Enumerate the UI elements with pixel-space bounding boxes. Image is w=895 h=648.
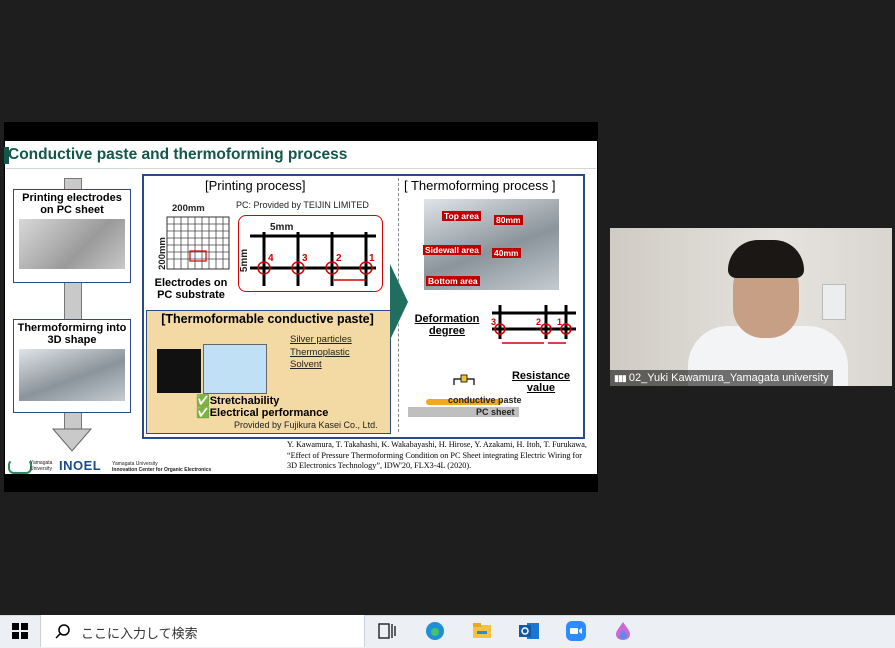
zoom-point-3: 3 xyxy=(302,253,308,264)
zoom-point-2: 2 xyxy=(336,253,342,264)
check-electrical-text: Electrical performance xyxy=(209,407,329,419)
electrodes-caption: Electrodes on PC substrate xyxy=(154,277,228,301)
edge-icon[interactable] xyxy=(425,621,445,641)
paste-item-solvent: Solvent xyxy=(290,359,322,370)
pc-sheet-label: PC sheet xyxy=(476,407,515,417)
deform-point-3: 3 xyxy=(491,317,497,327)
tag-80mm: 80mm xyxy=(494,215,523,225)
resistance-label: Resistance value xyxy=(511,370,571,394)
3d-shape-photo xyxy=(19,349,125,401)
step-printing-label: Printing electrodes on PC sheet xyxy=(22,192,122,216)
search-icon xyxy=(55,624,70,639)
zoom-icon[interactable] xyxy=(566,621,586,641)
electrode-grid xyxy=(166,216,230,270)
reference-text: Y. Kawamura, T. Takahashi, K. Wakabayash… xyxy=(287,440,587,470)
inoel-logo: INOEL xyxy=(59,458,102,473)
windows-start-icon[interactable] xyxy=(12,623,28,639)
paste-layer-label: conductive paste xyxy=(448,395,522,405)
resistance-diagram xyxy=(426,374,502,405)
paste-item-silver: Silver particles xyxy=(290,334,352,345)
step-thermoforming-box: Thermoformirng into 3D shape xyxy=(13,319,131,413)
grid-dim-x: 200mm xyxy=(172,203,205,214)
zoom-point-1: 1 xyxy=(369,253,375,264)
taskbar-search-box[interactable]: ここに入力して検索 xyxy=(40,615,365,647)
app-drop-icon[interactable] xyxy=(613,621,633,641)
tag-40mm: 40mm xyxy=(492,248,521,258)
task-view-icon[interactable] xyxy=(377,621,397,641)
deform-point-2: 2 xyxy=(536,317,542,327)
check-stretchability-text: Stretchability xyxy=(209,395,280,407)
yamagata-logo xyxy=(8,459,32,474)
deformation-diagram xyxy=(492,305,576,344)
signal-bars-icon: ▮▮▮ xyxy=(614,373,627,383)
pc-sheet-photo xyxy=(19,219,125,269)
participant-video[interactable] xyxy=(610,228,892,386)
tag-sidewall-area: Sidewall area xyxy=(423,245,481,255)
file-explorer-icon[interactable] xyxy=(472,621,492,641)
paste-provider: Provided by Fujikura Kasei Co., Ltd. xyxy=(234,420,378,430)
center-line2: Innovation Center for Organic Electronic… xyxy=(112,467,212,473)
check-icon: ✅ xyxy=(196,407,210,419)
flow-arrow-head xyxy=(52,428,92,452)
participant-name: 02_Yuki Kawamura_Yamagata university xyxy=(628,372,829,384)
process-chevron xyxy=(390,264,408,340)
thermoforming-heading: [ Thermoforming process ] xyxy=(404,178,556,193)
outlook-icon[interactable] xyxy=(519,621,539,641)
title-divider xyxy=(6,168,596,169)
slide-title: Conductive paste and thermoforming proce… xyxy=(8,146,348,163)
pc-provider-note: PC: Provided by TEIJIN LIMITED xyxy=(236,200,369,210)
printing-process-heading: [Printing process] xyxy=(205,178,306,193)
step-thermoforming-label: Thermoformirng into 3D shape xyxy=(17,322,127,346)
paste-item-thermoplastic: Thermoplastic xyxy=(290,347,350,358)
paste-illustration xyxy=(203,344,267,394)
tag-top-area: Top area xyxy=(442,211,481,221)
check-stretchability: ✅Stretchability xyxy=(196,395,279,407)
person-hair xyxy=(728,240,804,278)
paste-photo xyxy=(157,349,201,393)
deformation-label: Deformation degree xyxy=(414,313,480,337)
zoom-point-4: 4 xyxy=(268,253,274,264)
paste-heading: [Thermoformable conductive paste] xyxy=(161,312,374,326)
step-printing-box: Printing electrodes on PC sheet xyxy=(13,189,131,283)
tag-bottom-area: Bottom area xyxy=(426,276,480,286)
search-placeholder: ここに入力して検索 xyxy=(81,626,198,641)
check-icon: ✅ xyxy=(196,395,210,407)
univ-text: Yamagata University xyxy=(30,460,53,472)
wall-phone xyxy=(822,284,846,320)
check-electrical: ✅Electrical performance xyxy=(196,407,328,419)
participant-name-tag: ▮▮▮ 02_Yuki Kawamura_Yamagata university xyxy=(610,370,833,386)
deform-point-1: 1 xyxy=(557,317,563,327)
